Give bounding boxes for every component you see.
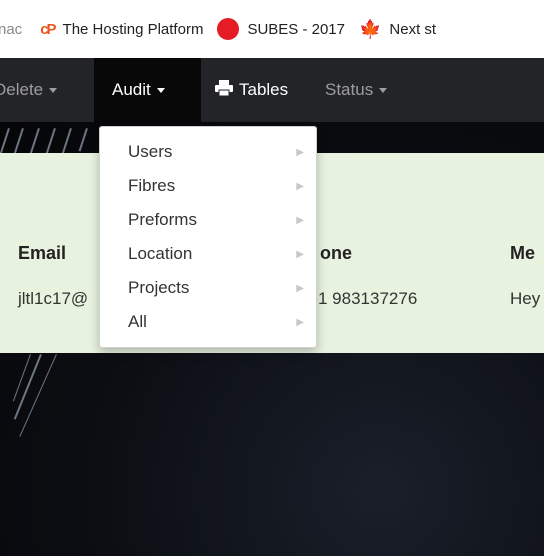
caret-down-icon — [379, 87, 388, 93]
menu-item-label: Fibres — [128, 176, 176, 195]
menu-item-location[interactable]: Location ▶ — [100, 237, 316, 271]
menu-item-label: All — [128, 312, 147, 331]
menu-item-all[interactable]: All ▶ — [100, 305, 316, 339]
menu-item-fibres[interactable]: Fibres ▶ — [100, 169, 316, 203]
submenu-arrow-icon: ▶ — [296, 248, 304, 260]
bookmark-label: Next st — [389, 20, 437, 38]
column-header-message: Me — [510, 243, 536, 263]
bookmark-label: nac — [0, 20, 23, 38]
bookmark-subes[interactable]: SUBES - 2017 — [217, 18, 345, 40]
menu-item-label: Preforms — [128, 210, 197, 229]
maple-leaf-icon: 🍁 — [359, 18, 382, 39]
submenu-arrow-icon: ▶ — [296, 214, 304, 226]
submenu-arrow-icon: ▶ — [296, 282, 304, 294]
menu-item-label: Location — [128, 244, 193, 263]
nav-delete-dropdown[interactable]: Delete — [0, 58, 94, 122]
nav-audit-dropdown[interactable]: Audit — [94, 58, 201, 122]
printer-icon — [215, 79, 233, 101]
bookmark-hosting-platform[interactable]: cP The Hosting Platform — [40, 21, 203, 38]
column-header-phone: one — [320, 243, 353, 263]
nav-delete-label: Delete — [0, 80, 44, 99]
menu-item-label: Users — [128, 142, 173, 161]
bookmark-next[interactable]: 🍁 Next st — [359, 19, 436, 40]
light-streak — [12, 354, 31, 402]
cell-phone: 1 983137276 — [318, 289, 418, 308]
audit-dropdown-menu: Users ▶ Fibres ▶ Preforms ▶ Location ▶ P… — [99, 126, 317, 348]
menu-item-users[interactable]: Users ▶ — [100, 135, 316, 169]
nav-status-label: Status — [325, 80, 374, 99]
red-circle-icon — [217, 18, 240, 40]
light-streak — [78, 128, 88, 152]
bookmark-label: SUBES - 2017 — [247, 20, 345, 38]
submenu-arrow-icon: ▶ — [296, 180, 304, 192]
menu-item-preforms[interactable]: Preforms ▶ — [100, 203, 316, 237]
cp-logo-icon: cP — [40, 20, 56, 38]
cell-email: jltl1c17@ — [18, 289, 89, 308]
nav-tables-label: Tables — [239, 80, 289, 99]
bookmarks-bar: nac cP The Hosting Platform SUBES - 2017… — [0, 0, 544, 58]
column-header-email: Email — [18, 243, 67, 263]
bookmark-label: The Hosting Platform — [62, 20, 204, 38]
nav-audit-label: Audit — [112, 80, 151, 99]
caret-down-icon — [156, 87, 165, 93]
nav-tables-link[interactable]: Tables — [201, 58, 321, 122]
submenu-arrow-icon: ▶ — [296, 146, 304, 158]
menu-item-label: Projects — [128, 278, 190, 297]
caret-down-icon — [49, 87, 58, 93]
nav-status-dropdown[interactable]: Status — [321, 58, 405, 122]
cell-message: Hey — [510, 289, 541, 308]
submenu-arrow-icon: ▶ — [296, 316, 304, 328]
bookmark-partial[interactable]: nac — [0, 21, 22, 38]
top-navbar: Delete Audit Tables Status — [0, 58, 544, 122]
menu-item-projects[interactable]: Projects ▶ — [100, 271, 316, 305]
